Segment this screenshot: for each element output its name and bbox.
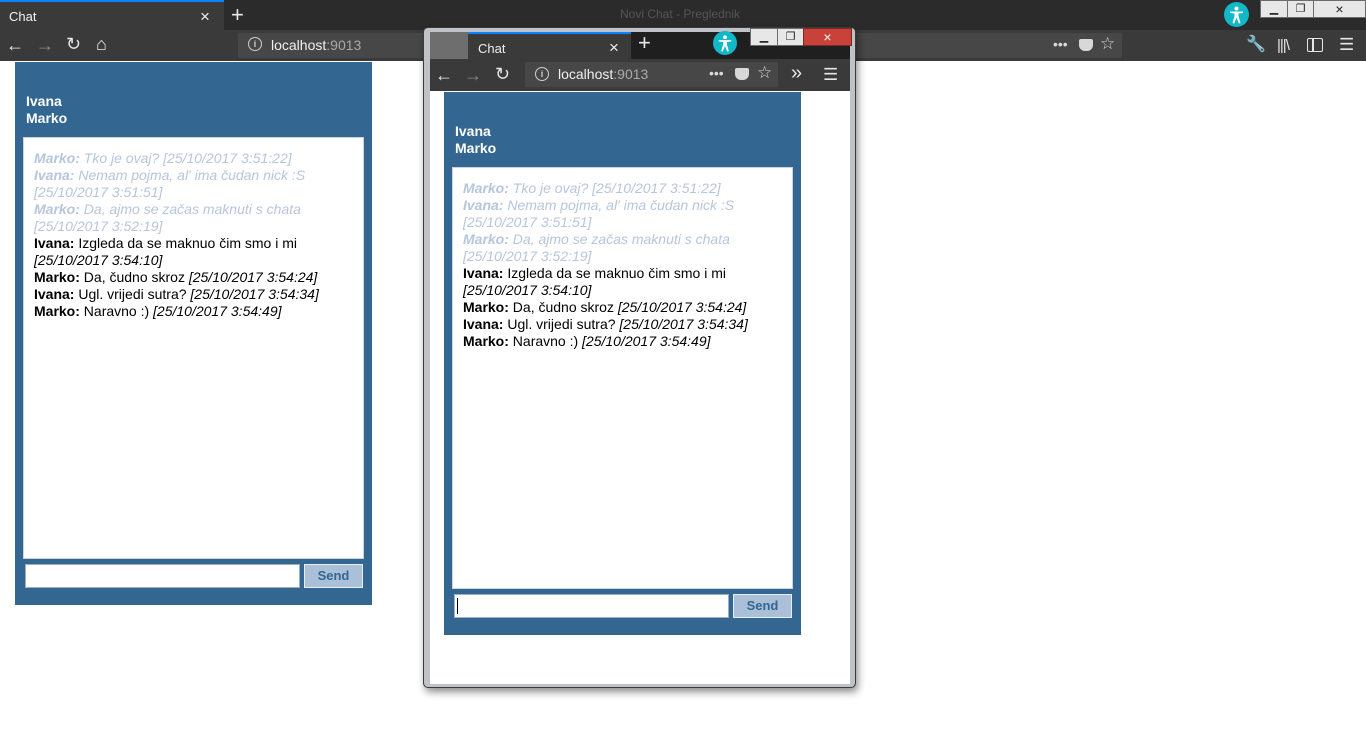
minimize-icon[interactable]: ▁ <box>1260 0 1288 18</box>
close-tab-icon[interactable]: × <box>609 38 619 58</box>
back-icon[interactable]: ← <box>435 66 453 84</box>
main-window-controls: ▁ ❐ × <box>1260 0 1366 19</box>
chat-log[interactable]: Marko: Tko je ovaj? [25/10/2017 3:51:22]… <box>23 137 364 559</box>
chat-message: Ivana: Izgleda da se maknuo čim smo i mi… <box>463 265 726 298</box>
chat-message: Marko: Tko je ovaj? [25/10/2017 3:51:22] <box>34 150 292 166</box>
main-tab-chat[interactable]: Chat × <box>0 0 224 30</box>
close-tab-icon[interactable]: × <box>200 7 210 27</box>
user-list-item: Marko <box>455 140 497 156</box>
minimize-icon[interactable]: ▁ <box>750 28 778 46</box>
main-tab-title: Chat <box>9 9 37 24</box>
reload-icon[interactable]: ↻ <box>66 35 81 53</box>
user-list-item: Ivana <box>455 123 491 139</box>
popup-inactive-tab-area <box>430 32 468 59</box>
popup-window-controls: ▁ ❐ × <box>750 28 852 46</box>
chat-message: Ivana: Ugl. vrijedi sutra? [25/10/2017 3… <box>34 286 319 302</box>
reload-icon[interactable]: ↻ <box>495 65 510 83</box>
library-icon[interactable]: |||\ <box>1277 37 1290 55</box>
new-tab-icon[interactable]: + <box>638 32 651 54</box>
user-list: Ivana Marko <box>26 93 67 127</box>
bookmark-star-icon[interactable]: ☆ <box>1100 34 1115 54</box>
site-info-icon[interactable]: i <box>535 67 549 81</box>
popup-browser-window: Chat × + ▁ ❐ × ← → ↻ i localhost:9013 ••… <box>423 27 856 688</box>
chat-message: Ivana: Nemam pojma, al' ima čudan nick :… <box>463 197 735 230</box>
accessibility-icon[interactable] <box>1224 2 1249 27</box>
menu-icon[interactable]: ☰ <box>1339 36 1354 54</box>
chat-message: Marko: Naravno :) [25/10/2017 3:54:49] <box>34 303 282 319</box>
main-window-title: Novi Chat - Preglednik <box>620 7 741 21</box>
pocket-icon[interactable] <box>735 68 749 80</box>
chat-log[interactable]: Marko: Tko je ovaj? [25/10/2017 3:51:22]… <box>452 167 793 589</box>
popup-page-content: Ivana Marko Marko: Tko je ovaj? [25/10/2… <box>430 91 850 684</box>
page-actions-icon[interactable]: ••• <box>709 65 724 81</box>
close-window-icon[interactable]: × <box>803 28 852 46</box>
url-port: :9013 <box>326 37 362 53</box>
chat-message: Marko: Da, čudno skroz [25/10/2017 3:54:… <box>463 299 747 315</box>
chat-message: Marko: Da, čudno skroz [25/10/2017 3:54:… <box>34 269 318 285</box>
popup-tab-title: Chat <box>478 41 506 56</box>
overflow-icon[interactable]: » <box>791 63 802 83</box>
send-button[interactable]: Send <box>304 564 363 588</box>
pocket-icon[interactable] <box>1079 39 1093 51</box>
user-list-item: Marko <box>26 110 68 126</box>
bookmark-star-icon[interactable]: ☆ <box>757 63 772 83</box>
chat-message: Marko: Naravno :) [25/10/2017 3:54:49] <box>463 333 711 349</box>
message-input[interactable] <box>25 564 300 588</box>
menu-icon[interactable]: ☰ <box>823 66 838 84</box>
chat-panel: Ivana Marko Marko: Tko je ovaj? [25/10/2… <box>444 92 801 635</box>
page-actions-icon[interactable]: ••• <box>1053 36 1068 52</box>
url-host: localhost <box>558 66 614 82</box>
chat-message: Marko: Da, ajmo se začas maknuti s chata… <box>34 201 301 234</box>
chat-panel: Ivana Marko Marko: Tko je ovaj? [25/10/2… <box>15 62 372 605</box>
accessibility-icon[interactable] <box>713 31 737 55</box>
sidebar-icon[interactable] <box>1307 38 1323 52</box>
user-list-item: Ivana <box>26 93 62 109</box>
send-button[interactable]: Send <box>733 594 792 618</box>
forward-icon[interactable]: → <box>36 36 54 54</box>
wrench-icon[interactable]: 🔧 <box>1246 36 1266 54</box>
url-host: localhost <box>271 37 327 53</box>
close-window-icon[interactable]: × <box>1313 0 1366 18</box>
chat-message: Ivana: Ugl. vrijedi sutra? [25/10/2017 3… <box>463 316 748 332</box>
chat-message: Ivana: Izgleda da se maknuo čim smo i mi… <box>34 235 297 268</box>
popup-url-bar[interactable]: i localhost:9013 ••• ☆ <box>525 62 778 87</box>
chat-message: Marko: Da, ajmo se začas maknuti s chata… <box>463 231 730 264</box>
url-port: :9013 <box>613 66 649 82</box>
new-tab-icon[interactable]: + <box>231 4 244 26</box>
back-icon[interactable]: ← <box>6 36 24 54</box>
chat-message: Ivana: Nemam pojma, al' ima čudan nick :… <box>34 167 306 200</box>
forward-icon[interactable]: → <box>464 66 482 84</box>
restore-icon[interactable]: ❐ <box>777 28 804 46</box>
restore-icon[interactable]: ❐ <box>1287 0 1314 18</box>
site-info-icon[interactable]: i <box>248 37 262 51</box>
user-list: Ivana Marko <box>455 123 496 157</box>
chat-message: Marko: Tko je ovaj? [25/10/2017 3:51:22] <box>463 180 721 196</box>
home-icon[interactable]: ⌂ <box>96 35 107 53</box>
text-cursor <box>457 598 458 614</box>
message-input[interactable] <box>454 594 729 618</box>
popup-tab-chat[interactable]: Chat × <box>468 32 631 60</box>
